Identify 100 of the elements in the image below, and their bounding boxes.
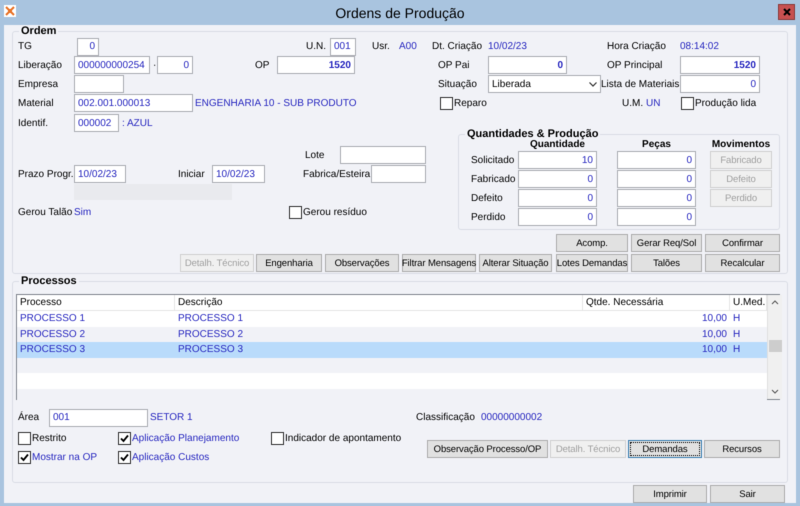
- field-label: OP Pai: [438, 60, 470, 70]
- field-label: U.N.: [306, 41, 327, 52]
- group-title: Quantidades & Produção: [465, 128, 600, 140]
- input-field[interactable]: 0: [617, 208, 696, 226]
- checkmark-icon: [20, 452, 29, 462]
- input-field[interactable]: 0: [157, 56, 193, 74]
- close-icon: [782, 8, 790, 16]
- table-cell-text: 10,00: [700, 313, 728, 324]
- button[interactable]: Sair: [710, 485, 785, 503]
- table-cell-text: PROCESSO 3: [177, 344, 244, 356]
- checkbox[interactable]: Produção lida: [681, 96, 761, 110]
- column-header: Quantidade: [530, 139, 585, 150]
- input-field[interactable]: 000000000254: [74, 56, 150, 74]
- table-cell-text: PROCESSO 1: [19, 313, 86, 324]
- field-label: Defeito: [471, 192, 504, 204]
- button[interactable]: Alterar Situação: [479, 254, 552, 272]
- input-field[interactable]: 0: [617, 170, 696, 188]
- input-field[interactable]: 002.001.000013: [74, 94, 193, 112]
- field-label: Área: [18, 412, 40, 423]
- checkbox[interactable]: Indicador de apontamento: [271, 432, 411, 444]
- field-label: OP Principal: [607, 60, 664, 70]
- input-field[interactable]: 0: [680, 75, 760, 93]
- field-label: TG: [18, 41, 33, 52]
- field-label: Iniciar: [178, 168, 206, 180]
- material-description: ENGENHARIA 10 - SUB PRODUTO: [195, 98, 358, 108]
- checkbox[interactable]: Aplicação Planejamento: [118, 432, 258, 444]
- input-field[interactable]: 0: [488, 56, 567, 74]
- group-title: Processos: [19, 275, 79, 287]
- field-label: Liberação: [18, 60, 63, 70]
- input-field[interactable]: 0: [617, 189, 696, 207]
- field-value: 00000000002: [481, 412, 544, 423]
- field-label: Usr.: [372, 41, 391, 52]
- scroll-thumb[interactable]: [768, 340, 782, 352]
- field-label: Solicitado: [471, 154, 515, 166]
- input-field[interactable]: 000002: [74, 114, 119, 132]
- input-field[interactable]: 10: [518, 151, 597, 169]
- button[interactable]: Observações: [325, 254, 399, 272]
- button[interactable]: Gerar Req/Sol: [631, 234, 702, 252]
- column-header: Movimentos: [710, 139, 772, 150]
- field-label: Material: [18, 98, 55, 108]
- input-field[interactable]: 1520: [277, 56, 355, 74]
- checkmark-icon: [120, 434, 129, 442]
- table-row[interactable]: PROCESSO 3 PROCESSO 3 10,00 H: [17, 342, 767, 358]
- button[interactable]: Observação Processo/OP: [427, 440, 548, 458]
- input-field[interactable]: [340, 146, 426, 164]
- table-cell-text: PROCESSO 1: [177, 313, 244, 324]
- column-header: Peças: [641, 139, 672, 150]
- checkmark-icon: [120, 452, 129, 462]
- input-field[interactable]: [371, 165, 426, 183]
- checkbox[interactable]: Mostrar na OP: [18, 450, 108, 464]
- button[interactable]: Engenharia: [256, 254, 322, 272]
- button[interactable]: Talões: [631, 254, 702, 272]
- table-cell-text: H: [732, 344, 742, 356]
- input-field[interactable]: 001: [330, 38, 356, 56]
- field-label: Identif.: [18, 118, 50, 128]
- column-header[interactable]: Qtde. Necessária: [583, 295, 730, 310]
- field-label: Dt. Criação: [432, 41, 484, 52]
- checkbox[interactable]: Restrito: [18, 432, 108, 444]
- input-field[interactable]: 10/02/23: [74, 165, 126, 183]
- button[interactable]: Acomp.: [556, 234, 628, 252]
- button[interactable]: Recursos: [704, 440, 780, 458]
- field-label: Empresa: [18, 78, 60, 90]
- checkbox[interactable]: Gerou resíduo: [289, 206, 369, 218]
- input-field[interactable]: 001: [49, 408, 148, 426]
- field-label: Fabricado: [471, 174, 515, 184]
- input-field[interactable]: 0: [518, 208, 597, 226]
- table-cell-text: H: [732, 313, 742, 324]
- input-field[interactable]: 0: [518, 189, 597, 207]
- separator-dot: ·: [153, 60, 157, 70]
- table-cell-text: PROCESSO 2: [19, 328, 86, 340]
- button[interactable]: Lotes Demandas: [556, 254, 628, 272]
- button[interactable]: Demandas: [628, 440, 702, 458]
- input-field[interactable]: [74, 75, 124, 93]
- input-field[interactable]: 0: [518, 170, 597, 188]
- button[interactable]: Recalcular: [705, 254, 780, 272]
- field-value: 10/02/23: [488, 41, 528, 52]
- field-label: Lote: [305, 150, 326, 160]
- table-cell-text: PROCESSO 3: [19, 344, 86, 356]
- field-label: Prazo Progr.: [18, 168, 74, 180]
- group-title: Ordem: [19, 25, 58, 37]
- field-label: Perdido: [471, 212, 506, 222]
- table-row[interactable]: PROCESSO 2 PROCESSO 2 10,00 H: [17, 326, 767, 342]
- column-header[interactable]: Processo: [17, 295, 175, 310]
- button[interactable]: Imprimir: [633, 485, 707, 503]
- input-field[interactable]: 1520: [680, 56, 760, 74]
- field-label: Lista de Materiais: [601, 78, 680, 90]
- field-label: OP: [255, 60, 270, 70]
- column-header[interactable]: Descrição: [175, 295, 583, 310]
- close-button[interactable]: [778, 4, 795, 20]
- input-field[interactable]: 0: [617, 151, 696, 169]
- field-label: Hora Criação: [607, 41, 667, 52]
- checkbox[interactable]: Aplicação Custos: [118, 450, 258, 464]
- input-field[interactable]: 0: [77, 38, 99, 56]
- window-title: Ordens de Produção: [334, 4, 466, 20]
- button[interactable]: Filtrar Mensagens: [402, 254, 476, 272]
- button[interactable]: Confirmar: [705, 234, 780, 252]
- scrollbar[interactable]: [767, 295, 782, 399]
- checkbox[interactable]: Reparo: [440, 96, 500, 110]
- input-field[interactable]: 10/02/23: [212, 165, 265, 183]
- dropdown[interactable]: Liberada: [488, 75, 601, 93]
